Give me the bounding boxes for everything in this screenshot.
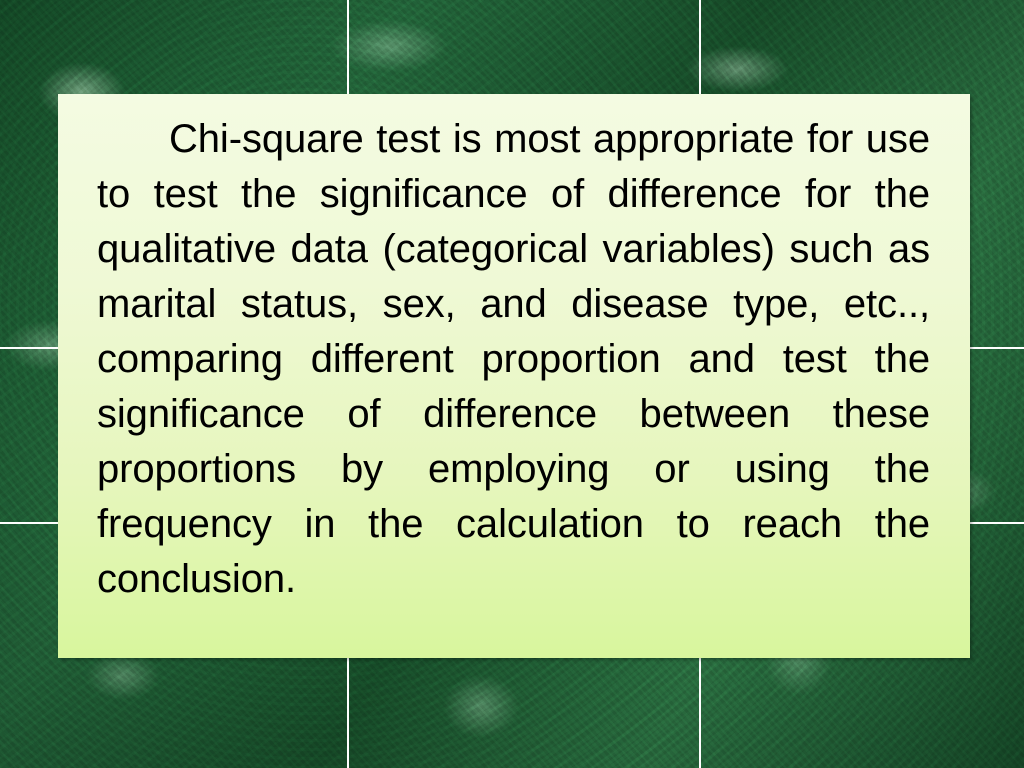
content-text-box: Chi-square test is most appropriate for … xyxy=(58,94,970,658)
slide-canvas: Chi-square test is most appropriate for … xyxy=(0,0,1024,768)
body-paragraph: Chi-square test is most appropriate for … xyxy=(97,117,930,601)
